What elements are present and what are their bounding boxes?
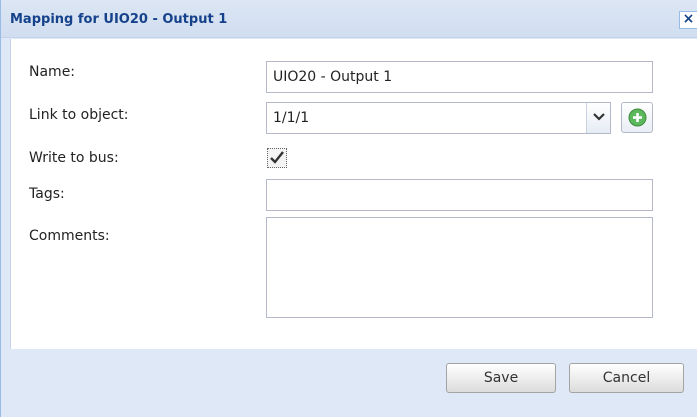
name-label: Name:: [29, 64, 76, 80]
dialog-titlebar[interactable]: Mapping for UIO20 - Output 1 ×: [1, 0, 697, 38]
comments-field[interactable]: [266, 217, 653, 318]
cancel-button[interactable]: Cancel: [569, 363, 684, 393]
link-to-object-label: Link to object:: [29, 107, 129, 123]
add-object-button[interactable]: [621, 102, 653, 133]
add-circle-icon: [628, 108, 647, 127]
close-button[interactable]: ×: [679, 11, 697, 29]
name-field[interactable]: [266, 61, 653, 93]
comments-label: Comments:: [29, 228, 110, 244]
link-to-object-combo[interactable]: 1/1/1: [266, 102, 611, 134]
write-to-bus-checkbox[interactable]: [267, 148, 287, 168]
tags-field[interactable]: [266, 179, 653, 211]
close-icon: ×: [682, 11, 695, 27]
tags-label: Tags:: [29, 186, 65, 202]
write-to-bus-label: Write to bus:: [29, 150, 119, 166]
link-to-object-value: 1/1/1: [273, 110, 310, 126]
chevron-down-icon: [593, 113, 605, 121]
save-button[interactable]: Save: [446, 363, 556, 393]
dialog-title: Mapping for UIO20 - Output 1: [10, 12, 228, 27]
mapping-dialog: Mapping for UIO20 - Output 1 × Name: Lin…: [0, 0, 697, 417]
checkmark-icon: [270, 151, 284, 164]
combo-dropdown-trigger[interactable]: [586, 103, 610, 133]
